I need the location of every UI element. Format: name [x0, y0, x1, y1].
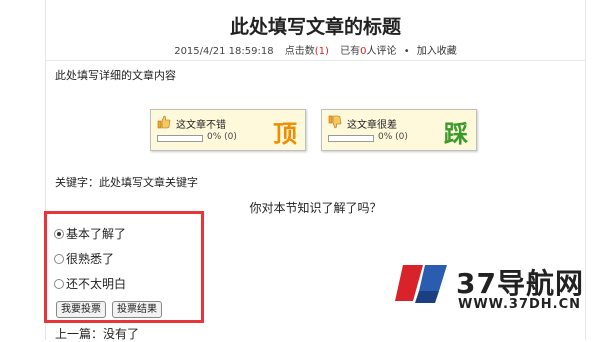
poll-option-1[interactable]: 很熟悉了 [54, 250, 114, 267]
vote-good-glyph: 顶 [273, 119, 297, 148]
add-favorite-link[interactable]: 加入收藏 [417, 46, 457, 57]
vote-good-label: 这文章不错 [176, 120, 226, 131]
vote-bad-button[interactable]: 这文章很差 0% (0) 踩 [321, 109, 477, 151]
poll-option-2-label: 还不太明白 [66, 277, 127, 291]
vote-good-button[interactable]: 这文章不错 0% (0) 顶 [150, 109, 306, 151]
poll-radio-2[interactable] [54, 278, 64, 289]
poll-option-2[interactable]: 还不太明白 [54, 275, 126, 292]
vote-bad-percent: 0% (0) [378, 132, 408, 142]
vote-good-bar [157, 135, 203, 142]
thumbs-down-icon [328, 115, 342, 129]
title-divider [46, 60, 585, 61]
poll-radio-1[interactable] [54, 253, 64, 264]
vote-good-percent: 0% (0) [207, 132, 237, 142]
poll-option-1-label: 很熟悉了 [66, 252, 115, 266]
comments-prefix: 已有 [340, 46, 361, 57]
poll-option-0-label: 基本了解了 [66, 227, 127, 241]
poll-option-0[interactable]: 基本了解了 [54, 225, 126, 242]
vote-results-button[interactable]: 投票结果 [112, 301, 162, 318]
poll-radio-0[interactable] [54, 228, 64, 239]
vote-bad-glyph: 踩 [444, 119, 468, 148]
watermark-name: 37导航网 [456, 267, 584, 300]
article-title: 此处填写文章的标题 [229, 16, 401, 38]
watermark-url: WWW.37DH.CN [458, 297, 582, 312]
thumbs-up-icon [157, 115, 171, 129]
clicks-count: (1) [314, 46, 329, 57]
meta-bullet: • [403, 46, 410, 57]
vote-bad-label: 这文章很差 [347, 120, 397, 131]
comments-suffix[interactable]: 人评论 [367, 46, 397, 57]
clicks-label: 点击数 [284, 46, 315, 57]
previous-article-link[interactable]: 上一篇：没有了 [55, 325, 139, 342]
vote-bad-bar [328, 135, 374, 142]
publish-date: 2015/4/21 18:59:18 [174, 46, 274, 57]
vote-submit-button[interactable]: 我要投票 [56, 301, 106, 318]
article-body: 此处填写详细的文章内容 [55, 69, 176, 82]
article-keywords: 关键字：此处填写文章关键字 [55, 176, 198, 189]
article-meta: 2015/4/21 18:59:18 点击数(1) 已有0人评论 • 加入收藏 [46, 42, 585, 57]
